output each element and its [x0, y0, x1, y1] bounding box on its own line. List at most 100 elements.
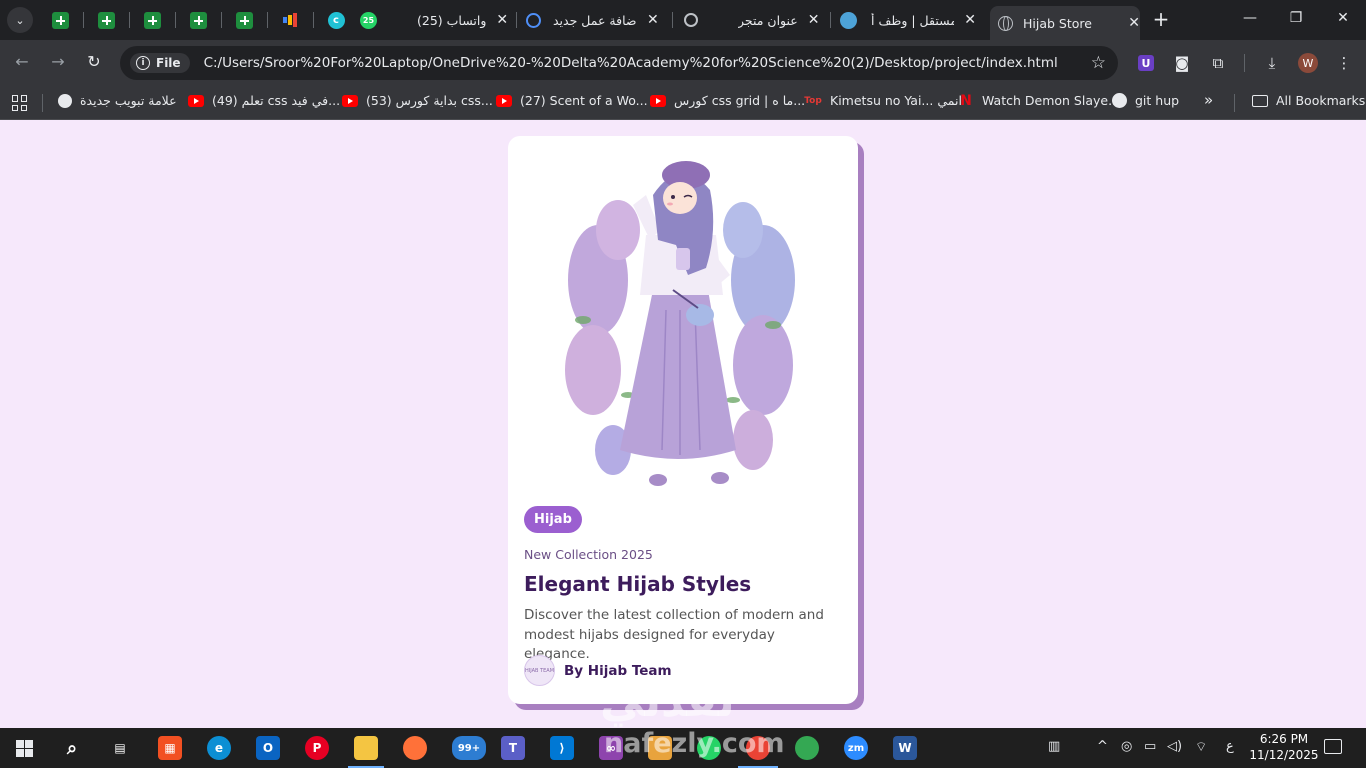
tab-whatsapp[interactable]: 25 (25) واتساب ✕	[360, 6, 510, 34]
site-info-label: File	[156, 56, 181, 70]
download-icon[interactable]: ⤓	[1262, 53, 1282, 73]
bookmark-star-icon[interactable]: ☆	[1091, 53, 1106, 73]
search-icon[interactable]: ⌕	[60, 736, 84, 760]
back-button[interactable]: ←	[11, 52, 33, 71]
bookmark-item[interactable]: Top Kimetsu no Yai... انمي	[804, 93, 962, 108]
browser-toolbar: ← → ↻ i File C:/Users/Sroor%20For%20Lapt…	[0, 40, 1366, 86]
store-icon[interactable]: ▦	[158, 736, 182, 760]
bookmarks-divider	[42, 94, 43, 112]
tab-hijab-store[interactable]: Hijab Store ✕	[990, 6, 1140, 40]
tab-sheets-4[interactable]	[175, 6, 221, 34]
bookmark-item[interactable]: git hup	[1112, 93, 1179, 108]
close-icon[interactable]: ✕	[496, 12, 508, 28]
hijab-illustration	[565, 161, 795, 486]
chrome-icon[interactable]	[795, 736, 819, 760]
tab-add-work[interactable]: إضافة عمل جديد ✕	[526, 6, 666, 34]
notification-center-icon[interactable]	[1324, 739, 1342, 754]
url-text[interactable]: C:/Users/Sroor%20For%20Laptop/OneDrive%2…	[204, 55, 1058, 71]
close-icon[interactable]: ✕	[647, 12, 659, 28]
youtube-icon	[650, 94, 666, 107]
file-explorer-icon[interactable]	[354, 736, 378, 760]
apps-grid-icon[interactable]	[12, 95, 28, 111]
camera-tray-icon[interactable]: ◎	[1121, 739, 1132, 754]
tab-title: Hijab Store	[1023, 15, 1092, 31]
analytics-icon	[282, 12, 299, 29]
task-view-icon[interactable]: ▤	[108, 736, 132, 760]
toolbar-divider	[1244, 54, 1245, 72]
battery-icon[interactable]: ▭	[1144, 739, 1156, 754]
tab-mostaql[interactable]: مستقل | وظف أ ✕	[840, 6, 976, 34]
menu-kebab-icon[interactable]: ⋮	[1334, 53, 1354, 73]
site-info-button[interactable]: i File	[130, 53, 190, 73]
bookmarks-divider	[1234, 94, 1235, 112]
clock-date: 11/12/2025	[1249, 748, 1319, 762]
tab-divider	[672, 12, 673, 28]
firefox-icon[interactable]	[403, 736, 427, 760]
close-icon[interactable]: ✕	[964, 12, 976, 28]
restore-icon: ❐	[1289, 10, 1303, 26]
news-icon[interactable]: ▥	[1048, 739, 1060, 754]
minimize-button[interactable]: —	[1240, 10, 1260, 26]
tab-canva[interactable]: c	[313, 6, 359, 34]
tab-sheets-1[interactable]	[37, 6, 83, 34]
vscode-icon[interactable]: ⟩	[550, 736, 574, 760]
globe-icon	[998, 15, 1013, 31]
word-icon[interactable]: W	[893, 736, 917, 760]
puzzle-icon[interactable]: ⧉	[1208, 53, 1228, 73]
address-bar[interactable]: i File C:/Users/Sroor%20For%20Laptop/One…	[120, 46, 1118, 80]
new-tab-button[interactable]: +	[1150, 8, 1172, 30]
bookmark-item[interactable]: (53) بداية كورس css...	[342, 93, 493, 108]
reload-button[interactable]: ↻	[83, 52, 105, 71]
language-indicator[interactable]: ع	[1226, 739, 1234, 754]
tab-sheets-5[interactable]	[221, 6, 267, 34]
category-badge[interactable]: Hijab	[524, 506, 582, 533]
speaker-icon[interactable]: ◁)	[1167, 739, 1182, 754]
more-bookmarks-button[interactable]: »	[1204, 91, 1213, 109]
loading-icon	[526, 12, 541, 28]
card-subtitle: New Collection 2025	[524, 547, 653, 562]
profile-avatar[interactable]: W	[1298, 53, 1318, 73]
chevron-up-icon[interactable]: ^	[1097, 739, 1108, 754]
youtube-icon	[342, 94, 358, 107]
tab-store-title[interactable]: عنوان متجر ✕	[684, 6, 824, 34]
zoom-icon[interactable]: zm	[844, 736, 868, 760]
plus-icon: +	[1152, 7, 1170, 31]
bookmark-item[interactable]: (27) Scent of a Wo...	[496, 93, 648, 108]
mostaql-icon	[840, 11, 857, 29]
sheets-icon	[51, 11, 69, 29]
tab-sheets-2[interactable]	[83, 6, 129, 34]
bookmark-item[interactable]: كورس css grid | ما ه...	[650, 93, 805, 108]
extension-u-icon[interactable]: U	[1138, 55, 1154, 71]
tab-sheets-3[interactable]	[129, 6, 175, 34]
bookmark-item[interactable]: (49) تعلم css في فيد...	[188, 93, 340, 108]
system-clock[interactable]: 6:26 PM 11/12/2025	[1246, 731, 1322, 763]
all-bookmarks-button[interactable]: All Bookmarks	[1252, 93, 1365, 108]
openai-icon	[684, 13, 698, 27]
notifications-badge-icon[interactable]: 99+	[452, 736, 486, 760]
edge-icon[interactable]: e	[207, 736, 231, 760]
camera-icon[interactable]: ◙	[1172, 53, 1192, 73]
outlook-icon[interactable]: O	[256, 736, 280, 760]
tab-title: مستقل | وظف أ	[871, 12, 955, 28]
forward-button[interactable]: →	[47, 52, 69, 71]
close-icon[interactable]: ✕	[808, 12, 820, 28]
arrow-right-icon: →	[51, 52, 65, 71]
tab-search-button[interactable]: ⌄	[7, 7, 33, 33]
clock-time: 6:26 PM	[1259, 732, 1309, 746]
bookmark-item[interactable]: N Watch Demon Slaye...	[958, 93, 1120, 109]
pinterest-icon[interactable]: P	[305, 736, 329, 760]
bookmark-label: (53) بداية كورس css...	[366, 93, 493, 108]
tab-analytics[interactable]	[267, 6, 313, 34]
tab-title: عنوان متجر	[738, 12, 798, 28]
all-bookmarks-label: All Bookmarks	[1276, 93, 1366, 108]
sheets-icon	[143, 11, 161, 29]
info-icon: i	[136, 56, 150, 70]
restore-button[interactable]: ❐	[1286, 10, 1306, 26]
close-window-button[interactable]: ✕	[1333, 10, 1353, 26]
bookmark-item[interactable]: علامة تبويب جديدة	[58, 93, 177, 108]
tab-title: إضافة عمل جديد	[553, 12, 637, 28]
windows-start-icon[interactable]	[16, 740, 33, 757]
close-icon[interactable]: ✕	[1128, 15, 1140, 31]
wifi-icon[interactable]: ⌔	[1195, 739, 1207, 755]
teams-icon[interactable]: T	[501, 736, 525, 760]
